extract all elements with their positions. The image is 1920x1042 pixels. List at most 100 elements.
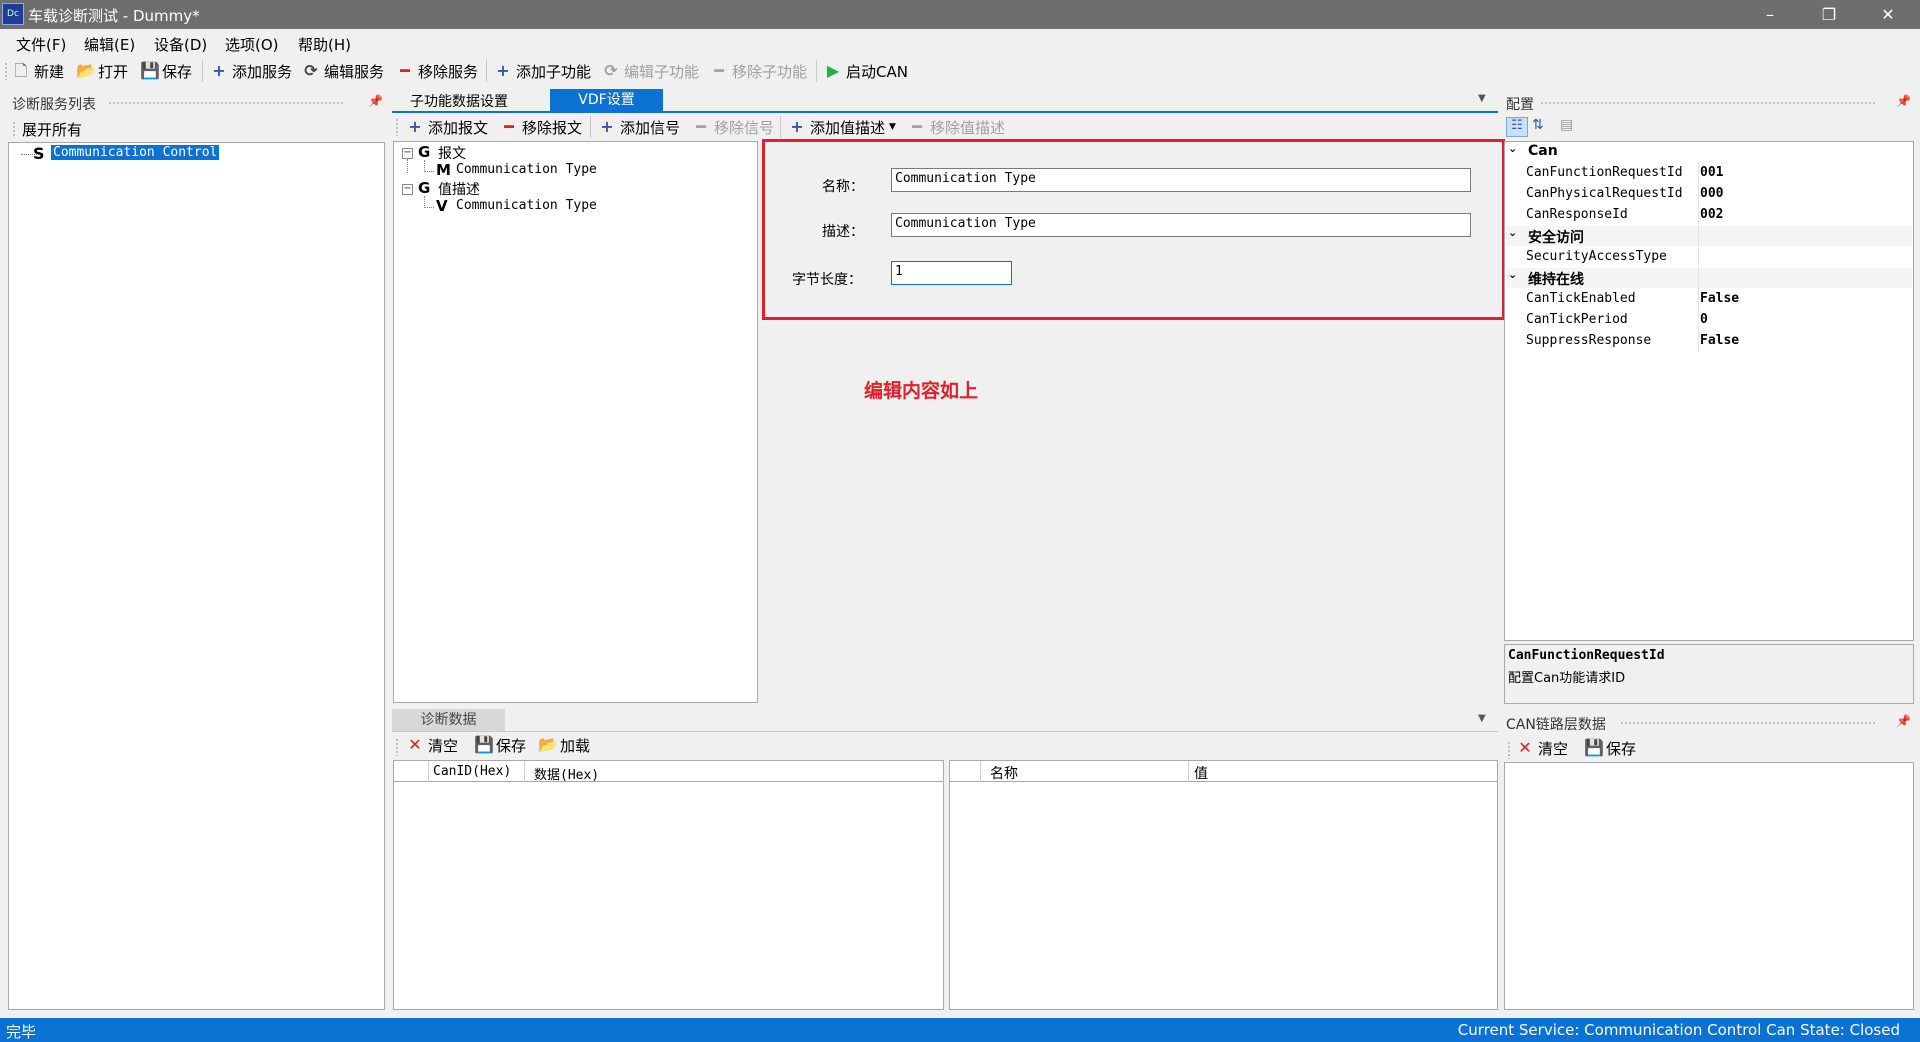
collapse-icon[interactable]: − [402,184,413,195]
remove-valdesc-button[interactable]: ━ 移除值描述 [908,116,1005,138]
save-label: 保存 [162,62,193,81]
group-node-icon: G [418,179,431,197]
restore-button[interactable]: ❐ [1800,0,1858,29]
col-value[interactable]: 值 [1194,763,1208,783]
tree-node-messages[interactable]: 报文 [438,143,466,163]
remove-service-label: 移除服务 [418,62,479,81]
minus-icon: ━ [714,61,724,80]
status-bar: 完毕 Current Service: Communication Contro… [0,1018,1920,1042]
remove-subfunc-button[interactable]: ━ 移除子功能 [710,60,807,82]
col-canid[interactable]: CanID(Hex) [433,764,511,779]
edit-service-label: 编辑服务 [324,62,385,81]
x-icon: ✕ [408,735,422,754]
save-can-button[interactable]: 💾 保存 [1584,737,1636,759]
add-msg-label: 添加报文 [428,118,489,137]
can-link-data-area[interactable] [1504,762,1914,1010]
new-button[interactable]: 🗋 新建 [12,60,64,82]
load-diag-button[interactable]: 📂 加载 [538,734,590,756]
tree-item-communication-control[interactable]: Communication Control [51,145,220,160]
edit-service-button[interactable]: ⟳ 编辑服务 [302,60,384,82]
prop-row[interactable]: SuppressResponse False [1506,331,1912,352]
message-node-icon: M [436,161,451,179]
prop-row[interactable]: SecurityAccessType [1506,247,1912,268]
remove-service-button[interactable]: ━ 移除服务 [396,60,478,82]
open-label: 打开 [98,62,129,81]
category-can[interactable]: ⌄ Can [1506,142,1912,162]
category-keep-alive[interactable]: ⌄ 维持在线 [1506,268,1912,288]
edit-subfunc-button[interactable]: ⟳ 编辑子功能 [602,60,699,82]
col-name[interactable]: 名称 [990,763,1018,783]
service-tree[interactable]: S Communication Control [8,142,385,1010]
byte-length-field[interactable]: 1 [891,261,1012,285]
prop-row[interactable]: CanTickEnabled False [1506,289,1912,310]
menu-options[interactable]: 选项(O) [225,34,279,55]
tree-node-value-communication-type[interactable]: Communication Type [456,198,597,213]
add-service-button[interactable]: + 添加服务 [210,60,292,82]
prop-row[interactable]: CanResponseId 002 [1506,205,1912,226]
pin-icon[interactable]: 📌 [368,94,383,108]
desc-label: 描述： [822,224,864,240]
clear-label: 清空 [428,736,459,755]
sort-alpha-icon[interactable]: ⇅ [1532,117,1544,133]
menu-help[interactable]: 帮助(H) [298,34,351,55]
remove-msg-label: 移除报文 [522,118,583,137]
open-button[interactable]: 📂 打开 [76,60,128,82]
vdf-tree[interactable]: − G 报文 M Communication Type − G 值描述 V Co… [393,141,758,703]
refresh-icon: ⟳ [604,61,618,80]
dropdown-arrow-icon[interactable]: ▼ [889,122,896,132]
can-frame-table[interactable]: CanID(Hex) 数据(Hex) [393,760,944,1010]
collapse-icon[interactable]: − [402,148,413,159]
close-button[interactable]: ✕ [1859,0,1917,29]
remove-signal-label: 移除信号 [714,118,775,137]
menu-edit[interactable]: 编辑(E) [84,34,135,55]
expand-all-button[interactable]: 展开所有 [12,118,82,140]
table-header: 名称 值 [950,761,1497,782]
signal-value-table[interactable]: 名称 值 [949,760,1498,1010]
property-description: CanFunctionRequestId 配置Can功能请求ID [1504,644,1914,704]
prop-row[interactable]: CanTickPeriod 0 [1506,310,1912,331]
property-desc-text: 配置Can功能请求ID [1508,671,1626,686]
prop-row[interactable]: CanFunctionRequestId 001 [1506,163,1912,184]
menu-device[interactable]: 设备(D) [154,34,207,55]
save-diag-button[interactable]: 💾 保存 [474,734,526,756]
remove-signal-button[interactable]: ━ 移除信号 [692,116,774,138]
new-label: 新建 [34,62,65,81]
menu-file[interactable]: 文件(F) [16,34,66,55]
add-valdesc-button[interactable]: + 添加值描述 ▼ [788,116,896,138]
pin-icon[interactable]: 📌 [1896,714,1911,728]
prop-row[interactable]: CanPhysicalRequestId 000 [1506,184,1912,205]
add-signal-button[interactable]: + 添加信号 [598,116,680,138]
clear-diag-button[interactable]: ✕ 清空 [406,734,458,756]
new-file-icon: 🗋 [14,61,28,80]
name-field[interactable]: Communication Type [891,168,1471,192]
remove-subfunc-label: 移除子功能 [732,62,808,81]
start-can-label: 启动CAN [846,62,908,81]
property-pages-icon[interactable]: ▤ [1560,117,1573,133]
tab-diag-data[interactable]: 诊断数据 [392,709,505,731]
add-subfunc-button[interactable]: + 添加子功能 [494,60,591,82]
add-valdesc-label: 添加值描述 [810,118,886,137]
menu-bar: 文件(F) 编辑(E) 设备(D) 选项(O) 帮助(H) [0,29,1920,56]
clear-can-button[interactable]: ✕ 清空 [1516,737,1568,759]
tab-dropdown-icon[interactable]: ▼ [1478,713,1486,724]
category-security-access[interactable]: ⌄ 安全访问 [1506,226,1912,246]
save-disk-icon: 💾 [140,61,160,80]
plus-icon: + [496,61,510,80]
can-link-title: CAN链路层数据 [1506,717,1606,733]
plus-icon: + [212,61,226,80]
pin-icon[interactable]: 📌 [1896,94,1911,108]
start-can-button[interactable]: ▶ 启动CAN [824,60,908,82]
minimize-button[interactable]: – [1741,0,1799,29]
col-data[interactable]: 数据(Hex) [534,764,599,783]
remove-valdesc-label: 移除值描述 [930,118,1006,137]
categorized-icon[interactable]: ☷ [1506,117,1528,137]
tree-node-message-communication-type[interactable]: Communication Type [456,162,597,177]
save-button[interactable]: 💾 保存 [140,60,192,82]
desc-field[interactable]: Communication Type [891,213,1471,237]
add-msg-button[interactable]: + 添加报文 [406,116,488,138]
tab-dropdown-icon[interactable]: ▼ [1478,93,1486,104]
tab-subfunc-data[interactable]: 子功能数据设置 [410,91,508,111]
remove-msg-button[interactable]: ━ 移除报文 [500,116,582,138]
tab-vdf-settings[interactable]: VDF设置 [550,89,663,111]
tree-node-value-descriptions[interactable]: 值描述 [438,179,480,199]
